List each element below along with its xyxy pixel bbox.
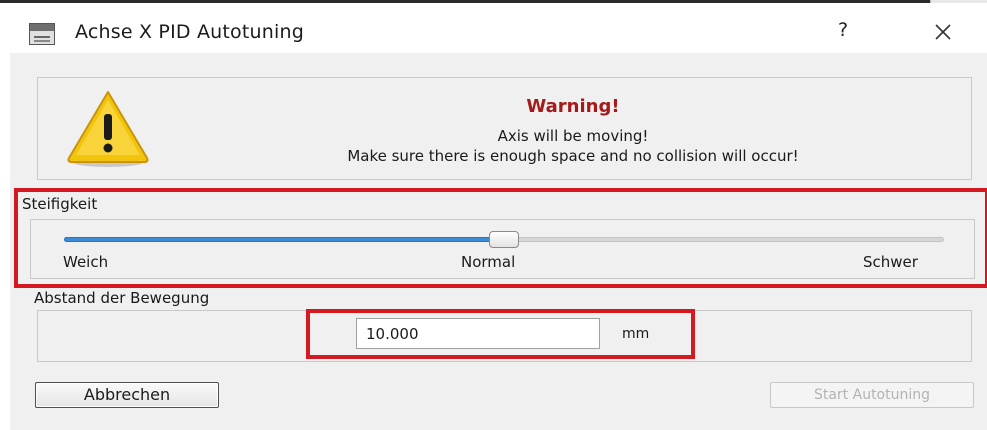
stiffness-slider[interactable] — [64, 231, 944, 248]
close-button[interactable] — [925, 17, 961, 47]
distance-label: Abstand der Bewegung — [34, 289, 210, 307]
slider-handle[interactable] — [489, 231, 519, 248]
warning-message-line-2: Make sure there is enough space and no c… — [347, 147, 799, 165]
slider-label-weich: Weich — [63, 253, 109, 271]
dialog-body: Warning! Axis will be moving! Make sure … — [10, 53, 987, 430]
warning-icon — [67, 91, 149, 167]
cancel-button[interactable]: Abbrechen — [35, 382, 219, 408]
warning-message-line-1: Axis will be moving! — [497, 127, 649, 145]
stiffness-label: Steifigkeit — [22, 195, 98, 213]
start-autotuning-button[interactable]: Start Autotuning — [770, 382, 974, 408]
stiffness-group: Steifigkeit Weich Normal Schwer — [10, 190, 987, 285]
distance-unit: mm — [622, 326, 650, 342]
help-button[interactable]: ? — [832, 19, 854, 45]
warning-panel: Warning! Axis will be moving! Make sure … — [37, 77, 972, 180]
slider-fill — [64, 237, 504, 242]
stiffness-frame: Weich Normal Schwer — [30, 219, 975, 279]
slider-label-schwer: Schwer — [863, 253, 918, 271]
close-icon — [935, 24, 951, 40]
dialog-title: Achse X PID Autotuning — [75, 21, 304, 43]
distance-input[interactable] — [356, 318, 600, 349]
warning-title: Warning! — [526, 96, 620, 117]
app-icon — [29, 23, 55, 45]
dialog-titlebar[interactable]: Achse X PID Autotuning ? — [0, 3, 987, 53]
slider-label-normal: Normal — [461, 253, 516, 271]
